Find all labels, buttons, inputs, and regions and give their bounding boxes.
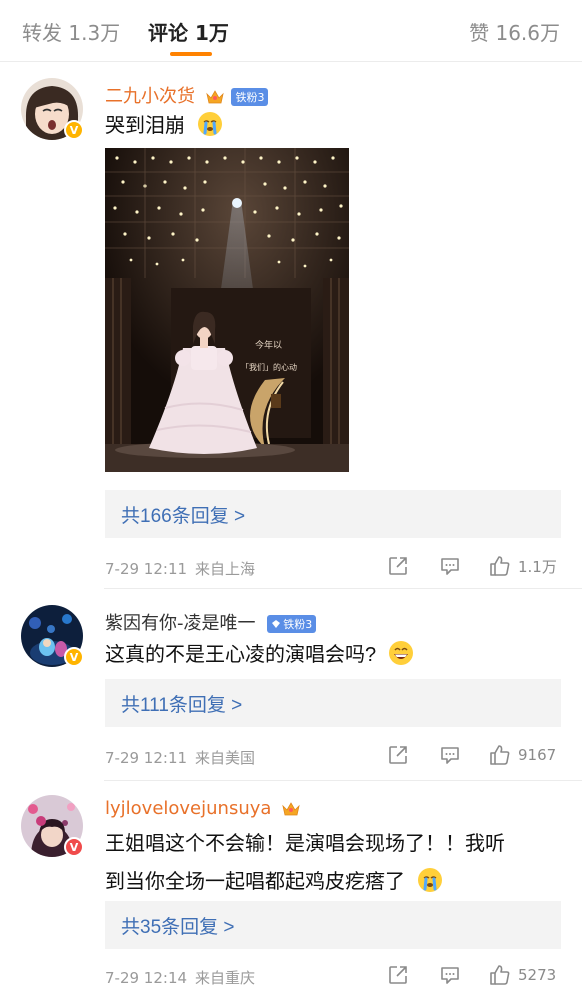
view-replies-button[interactable]: 共111条回复 >	[105, 679, 561, 727]
view-replies-label: 共166条回复 >	[121, 505, 246, 527]
like-button[interactable]: 9167	[488, 743, 556, 767]
comment-text-line2: 到当你全场一起唱都起鸡皮疙瘩了	[105, 871, 405, 893]
reply-button[interactable]	[439, 963, 461, 987]
comment-meta: 7-29 12:11 来自上海	[105, 558, 255, 579]
comment-text-line1: 王姐唱这个不会输！是演唱会现场了！！我听	[105, 833, 505, 855]
comment-tab-bar: 转发 1.3万 评论 1万 赞 16.6万	[0, 0, 582, 62]
share-icon	[389, 746, 407, 764]
share-button[interactable]	[387, 743, 409, 767]
comment-icon	[441, 967, 459, 984]
active-tab-indicator	[170, 52, 212, 56]
verified-badge-icon: V	[64, 120, 84, 140]
photo-caption-line2: 「我们」的心动	[241, 362, 297, 372]
username[interactable]: 二九小次货 铁粉3	[105, 82, 269, 108]
comment-item: V 紫因有你-凌是唯一 铁粉3 这真的不是王心凌的演唱会吗? 共111条回复 >…	[0, 589, 582, 780]
tab-likes[interactable]: 赞 16.6万	[469, 17, 560, 46]
thumbs-up-icon	[490, 965, 510, 985]
thumbs-up-icon	[490, 556, 510, 576]
comment-location: 来自美国	[195, 749, 256, 767]
tab-reposts[interactable]: 转发 1.3万	[22, 17, 120, 46]
fan-level-text: 铁粉3	[283, 618, 313, 631]
crying-face-emoji	[197, 112, 222, 136]
thumbs-up-icon	[490, 745, 510, 765]
like-count: 5273	[518, 966, 557, 984]
comment-time: 7-29 12:11	[105, 749, 188, 767]
comment-meta: 7-29 12:14 来自重庆	[105, 967, 255, 988]
username-text: 二九小次货	[105, 86, 195, 107]
comment-text: 这真的不是王心凌的演唱会吗?	[105, 636, 560, 674]
grinning-face-emoji	[388, 641, 413, 665]
tab-comments[interactable]: 评论 1万	[148, 17, 229, 46]
share-icon	[389, 966, 407, 984]
share-button[interactable]	[387, 963, 409, 987]
view-replies-label: 共111条回复 >	[121, 694, 243, 716]
view-replies-button[interactable]: 共35条回复 >	[105, 901, 561, 949]
comment-item: V 二九小次货 铁粉3 哭到泪崩 今年以 「我们」的心动 共166条回复 > 7…	[0, 62, 582, 588]
comment-text: 王姐唱这个不会输！是演唱会现场了！！我听 到当你全场一起唱都起鸡皮疙瘩了	[105, 825, 560, 901]
verified-badge-icon: V	[64, 647, 84, 667]
comment-meta: 7-29 12:11 来自美国	[105, 747, 255, 768]
share-icon	[389, 557, 407, 575]
comment-photo[interactable]: 今年以 「我们」的心动	[105, 148, 349, 472]
username-text: lyjlovelovejunsuya	[105, 798, 272, 819]
comment-time: 7-29 12:11	[105, 560, 188, 578]
comment-icon	[441, 747, 459, 764]
comment-time: 7-29 12:14	[105, 969, 188, 987]
comment-text-content: 这真的不是王心凌的演唱会吗?	[105, 644, 377, 666]
username-text: 紫因有你-凌是唯一	[105, 613, 256, 634]
diamond-icon	[272, 620, 281, 628]
comment-text-content: 哭到泪崩	[105, 115, 185, 137]
comment-text-line2-wrap: 到当你全场一起唱都起鸡皮疙瘩了	[105, 863, 560, 901]
like-button[interactable]: 5273	[488, 963, 556, 987]
comment-location: 来自上海	[195, 560, 256, 578]
comment-location: 来自重庆	[195, 969, 256, 987]
view-replies-button[interactable]: 共166条回复 >	[105, 490, 561, 538]
reply-button[interactable]	[439, 554, 461, 578]
verified-badge-icon: V	[64, 837, 84, 857]
like-button[interactable]: 1.1万	[488, 554, 557, 578]
crown-icon	[282, 802, 300, 816]
photo-caption-line1: 今年以	[255, 339, 282, 351]
reply-button[interactable]	[439, 743, 461, 767]
username[interactable]: lyjlovelovejunsuya	[105, 798, 301, 819]
fan-level-badge: 铁粉3	[267, 615, 317, 633]
username[interactable]: 紫因有你-凌是唯一 铁粉3	[105, 609, 317, 635]
comment-item: V lyjlovelovejunsuya 王姐唱这个不会输！是演唱会现场了！！我…	[0, 781, 582, 1000]
like-count: 1.1万	[518, 557, 557, 576]
view-replies-label: 共35条回复 >	[121, 916, 235, 938]
fan-level-badge: 铁粉3	[231, 88, 269, 106]
comment-text: 哭到泪崩	[105, 107, 560, 145]
like-count: 9167	[518, 746, 557, 764]
crying-face-emoji	[417, 868, 442, 892]
comment-icon	[441, 558, 459, 575]
share-button[interactable]	[387, 554, 409, 578]
crown-icon	[206, 90, 224, 104]
